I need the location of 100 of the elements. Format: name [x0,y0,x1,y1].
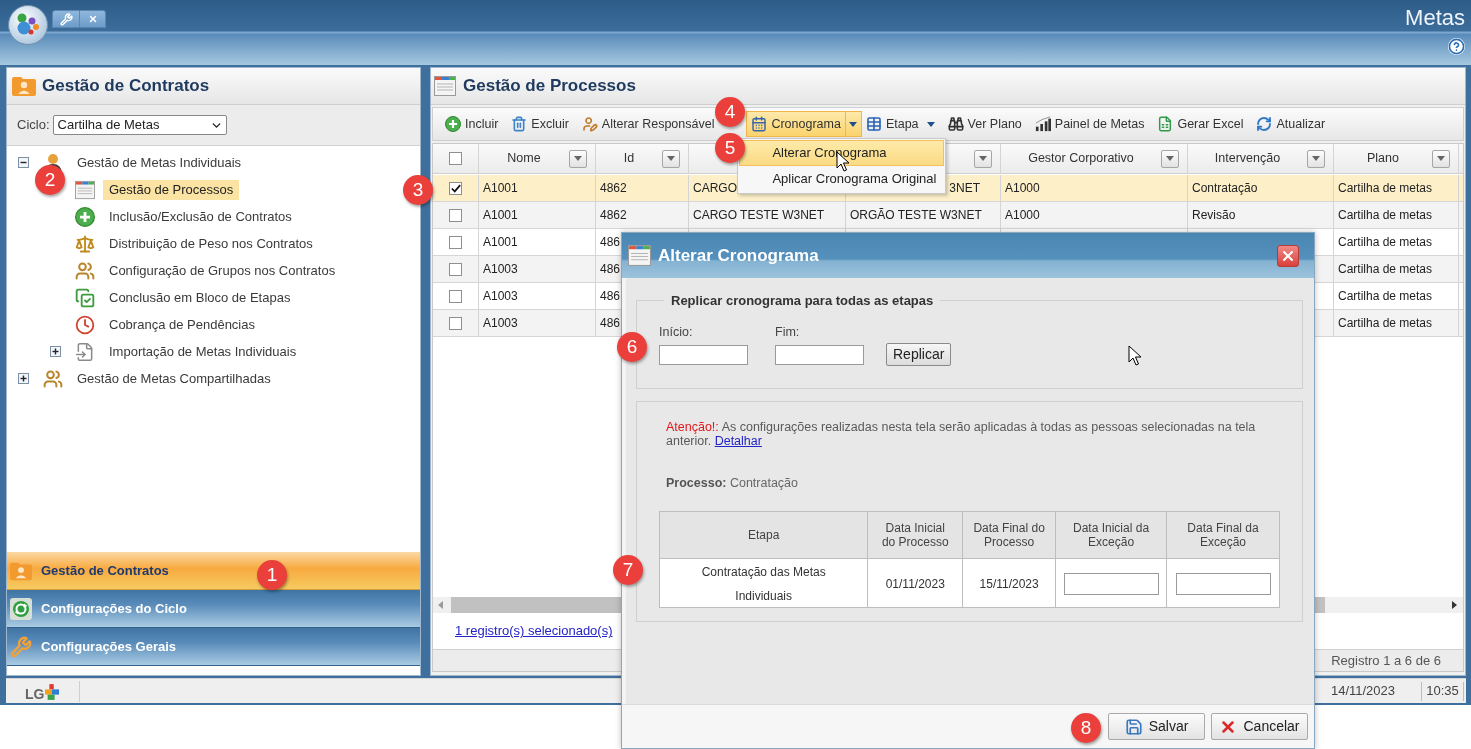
tree-item[interactable]: Distribuição de Peso nos Contratos [103,233,319,254]
plus-box-icon[interactable] [18,373,29,384]
window-icon [434,76,456,96]
checkbox[interactable] [449,316,462,330]
checkbox[interactable] [449,235,462,249]
column-label: Plano [1367,150,1399,168]
plus-box-icon[interactable] [50,346,61,357]
scroll-right-icon[interactable] [1452,601,1457,609]
date-input[interactable] [1063,573,1159,595]
close-tab[interactable] [80,10,106,28]
spreadsheet-icon [1157,116,1174,132]
logo-text: LG [25,685,45,702]
filter-button[interactable] [1432,149,1450,168]
app-title: Metas [1405,5,1465,31]
cycle-select[interactable]: Cartilha de Metas [52,115,227,135]
date-input[interactable] [1175,573,1271,595]
checkbox[interactable] [449,262,462,276]
grid-value: Cartilha de metas [1338,315,1433,332]
document-arrow-icon [75,341,95,362]
date-input[interactable] [775,344,864,365]
window-icon [75,179,95,200]
user-pen-icon [581,116,598,132]
field-label: Ciclo: [17,116,50,135]
clock-icon [75,314,95,335]
tools-tab[interactable] [52,10,80,28]
table-row[interactable]: A1001 4862 CARGO TESTE W3NET ORGÃO TESTE W3NET A1000 Revisão Cartilha de metas [433,202,1463,229]
wrench-icon [59,12,73,26]
filter-button[interactable] [569,149,587,168]
toolbar-button[interactable]: Gerar Excel [1154,112,1247,136]
toolbar-button[interactable]: Excluir [508,112,572,136]
panel-title: Gestão de Processos [463,75,636,98]
help-icon[interactable] [1448,38,1465,55]
close-button[interactable] [1277,244,1299,267]
check-documents-icon [75,287,95,308]
toolbar-button[interactable]: Alterar Responsável [578,112,718,136]
date-value: 15/11/2023 [979,577,1039,592]
filter-button[interactable] [1161,149,1179,168]
app-logo-icon[interactable] [8,5,48,45]
minus-box-icon[interactable] [18,157,29,168]
tree-item[interactable]: Gestão de Metas Compartilhadas [71,368,277,389]
tree-item[interactable]: Conclusão em Bloco de Etapas [103,287,297,308]
grid-value: Contratação [1192,180,1258,197]
grid-value: 3NET [949,180,980,197]
calendar-icon [751,116,768,132]
tree-item[interactable]: Inclusão/Exclusão de Contratos [103,206,298,227]
date-input[interactable] [659,344,748,365]
status-date: 14/11/2023 [1330,682,1396,701]
grid-value: 486 [600,288,621,305]
filter-button[interactable] [1307,149,1325,168]
grid-value: 4862 [600,180,627,197]
selection-link[interactable]: 1 registro(s) selecionado(s) [455,621,613,641]
plus-circle-icon [445,116,461,132]
grid-value: Revisão [1192,207,1236,224]
detail-link[interactable]: Detalhar [714,433,762,448]
close-icon [87,14,98,24]
tree-item[interactable]: Cobrança de Pendências [103,314,261,335]
wrench-icon [10,635,32,658]
checkbox[interactable] [449,181,462,195]
grid-value: Cartilha de metas [1338,180,1433,197]
binoculars-icon [947,116,964,132]
refresh-icon [1256,116,1273,132]
pager-text: Registro 1 a 6 de 6 [1331,651,1441,670]
save-button[interactable]: Salvar [1108,713,1205,740]
caret-icon [1437,156,1445,161]
filter-button[interactable] [974,149,992,168]
caret-icon [849,121,858,127]
tree-item[interactable]: Gestão de Metas Individuais [71,152,248,173]
tree-item[interactable]: Configuração de Grupos nos Contratos [103,260,342,281]
toolbar-button[interactable]: Ver Plano [944,112,1025,136]
save-icon [1124,717,1143,736]
filter-button[interactable] [662,149,680,168]
toolbar-button[interactable]: Etapa [862,112,938,136]
cancel-button[interactable]: Cancelar [1211,713,1308,740]
menu-item[interactable]: Alterar Cronograma [739,140,945,166]
bar-chart-icon [1034,116,1051,132]
trash-icon [511,116,528,132]
toolbar-button[interactable]: Painel de Metas [1031,112,1148,136]
grid-value: A1001 [483,234,518,251]
grid-value: A1001 [483,180,518,197]
tree-item[interactable]: Importação de Metas Individuais [103,341,303,362]
grid-value: 486 [600,261,621,278]
grid-value: 486 [600,315,621,332]
column-header: Data Final da Exceção [1166,511,1280,559]
toolbar-button[interactable]: Cronograma [747,112,845,136]
grid-value: A1003 [483,261,518,278]
cursor-icon [1128,345,1142,366]
checkbox[interactable] [449,152,462,165]
caret-icon [1166,156,1174,161]
toolbar-button[interactable]: Incluir [442,112,502,136]
grid-value: A1000 [1005,180,1040,197]
replicate-button[interactable]: Replicar [886,342,952,366]
grid-value: Cartilha de metas [1338,234,1433,251]
people-icon [43,368,63,389]
refresh-icon [10,597,32,620]
checkbox[interactable] [449,289,462,303]
grid-value: ORGÃO TESTE W3NET [850,207,982,224]
tree-item[interactable]: Gestão de Processos [103,179,240,200]
toolbar-button[interactable]: Atualizar [1253,112,1329,136]
warning-text: Atenção!: As configurações realizadas nesta tela serão aplicadas à todas as pessoas selecionadas na tela anterior. Detalhar [665,419,1257,448]
checkbox[interactable] [449,208,462,222]
